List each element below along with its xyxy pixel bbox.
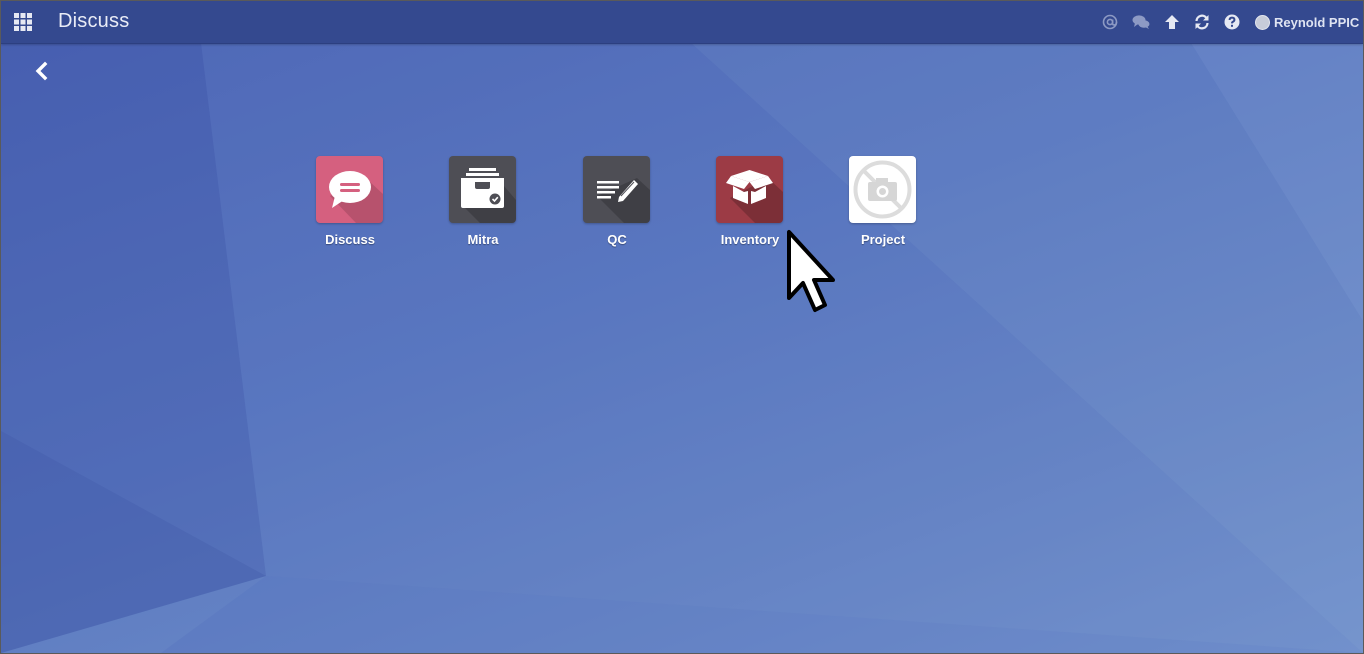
back-chevron-icon[interactable] bbox=[32, 61, 50, 81]
help-icon[interactable] bbox=[1224, 14, 1240, 30]
no-camera-icon bbox=[853, 160, 912, 219]
inbox-tray-icon bbox=[461, 168, 516, 223]
top-navbar: Discuss Reynold PPIC bbox=[1, 1, 1363, 44]
arrow-up-icon[interactable] bbox=[1164, 14, 1180, 30]
user-menu[interactable]: Reynold PPIC bbox=[1255, 12, 1359, 32]
app-icon-box bbox=[849, 156, 916, 223]
app-label: Discuss bbox=[325, 232, 375, 247]
app-label: QC bbox=[607, 232, 627, 247]
app-tile-discuss[interactable]: Discuss bbox=[300, 156, 400, 256]
chat-bubbles-icon[interactable] bbox=[1132, 14, 1150, 30]
app-tile-project[interactable]: Project bbox=[833, 156, 933, 256]
user-name: Reynold PPIC bbox=[1274, 14, 1360, 30]
document-pencil-icon bbox=[597, 178, 650, 223]
at-mention-icon[interactable] bbox=[1102, 14, 1118, 30]
apps-grid-icon[interactable] bbox=[14, 13, 32, 31]
open-box-icon bbox=[726, 170, 783, 223]
app-label: Project bbox=[860, 232, 906, 247]
speech-bubble-icon bbox=[329, 171, 383, 223]
app-label: Inventory bbox=[720, 232, 780, 247]
refresh-icon[interactable] bbox=[1194, 14, 1210, 30]
home-menu-screen: Discuss Reynold PPIC Discuss Mitra QC In… bbox=[0, 0, 1364, 654]
app-tile-inventory[interactable]: Inventory bbox=[700, 156, 800, 256]
background-pattern bbox=[1, 43, 1363, 653]
app-tile-qc[interactable]: QC bbox=[567, 156, 667, 256]
user-avatar bbox=[1255, 14, 1270, 30]
app-label: Mitra bbox=[467, 232, 499, 247]
app-tile-mitra[interactable]: Mitra bbox=[433, 156, 533, 256]
app-title: Discuss bbox=[58, 10, 130, 32]
app-icon-box bbox=[716, 156, 783, 223]
app-icon-box bbox=[583, 156, 650, 223]
app-icon-box bbox=[449, 156, 516, 223]
app-icon-box bbox=[316, 156, 383, 223]
